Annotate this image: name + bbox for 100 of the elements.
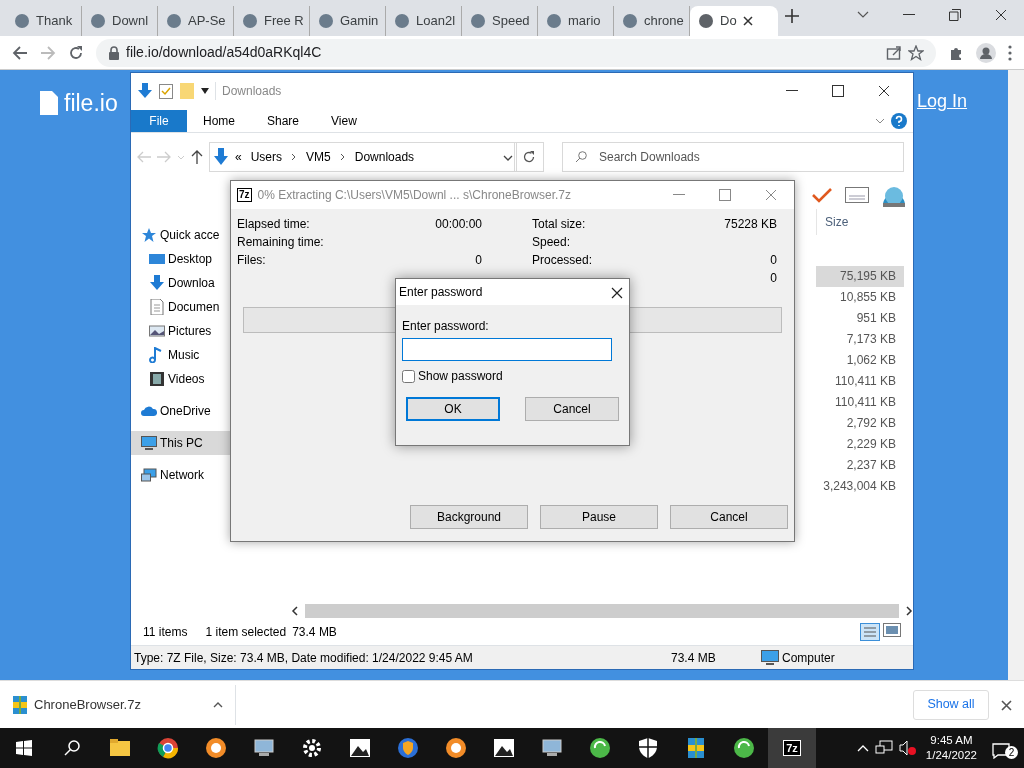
stat-label: Total size: bbox=[532, 216, 586, 233]
reload-icon[interactable] bbox=[68, 44, 84, 61]
nav-item[interactable]: Videos bbox=[131, 367, 230, 391]
help-icon[interactable] bbox=[891, 112, 907, 129]
dialog-button[interactable]: Cancel bbox=[525, 397, 619, 421]
chevron-up-icon[interactable] bbox=[856, 744, 869, 752]
logo-text: file.io bbox=[64, 89, 118, 118]
size-cell-text: 110,411 KB bbox=[834, 373, 897, 390]
folder-icon bbox=[109, 737, 131, 759]
favicon-icon bbox=[546, 13, 562, 29]
dialog-button[interactable]: Background bbox=[410, 505, 528, 529]
dropdown-icon bbox=[503, 154, 513, 161]
close-icon[interactable] bbox=[995, 9, 1007, 21]
details-size: 73.4 MB bbox=[671, 649, 717, 667]
properties-icon[interactable] bbox=[159, 83, 173, 99]
address-bar[interactable]: « Users VM5 Downloads bbox=[209, 142, 517, 172]
search-field[interactable]: Search Downloads bbox=[562, 142, 904, 172]
search-icon[interactable] bbox=[64, 740, 80, 756]
checkbox[interactable] bbox=[402, 369, 415, 383]
app-logo: 7z bbox=[783, 740, 801, 756]
stat-value: 0 bbox=[475, 252, 482, 269]
stat-value: 0 bbox=[770, 270, 777, 287]
profile-icon[interactable] bbox=[976, 42, 996, 63]
ribbon-tab[interactable]: Share bbox=[251, 109, 316, 132]
tab-search-icon[interactable] bbox=[857, 11, 869, 19]
scrollbar[interactable] bbox=[1008, 70, 1024, 680]
nav-item[interactable]: OneDrive bbox=[131, 399, 230, 423]
computer-icon bbox=[253, 737, 275, 759]
minimize-icon[interactable] bbox=[786, 90, 798, 92]
details-text: Type: 7Z File, Size: 73.4 MB, Date modified: 1/24/2022 9:45 AM bbox=[133, 649, 474, 667]
nav-item[interactable]: Documen bbox=[131, 295, 230, 319]
check-icon[interactable] bbox=[811, 186, 833, 204]
bookmark-star-icon[interactable] bbox=[908, 44, 924, 61]
refresh-button[interactable] bbox=[514, 142, 544, 172]
share-icon[interactable] bbox=[886, 45, 902, 62]
volume-muted-icon[interactable] bbox=[898, 740, 917, 756]
show-all-button[interactable]: Show all bbox=[913, 689, 989, 720]
stat-label: Elapsed time: bbox=[237, 216, 310, 233]
close-icon[interactable] bbox=[1001, 699, 1012, 711]
ribbon-tab[interactable]: File bbox=[131, 109, 187, 132]
nav-item[interactable]: Music bbox=[131, 343, 230, 367]
clock[interactable]: 9:45 AM 1/24/2022 bbox=[922, 733, 980, 763]
column-header[interactable]: Size bbox=[816, 209, 904, 235]
lock-icon bbox=[108, 45, 120, 60]
favicon-icon bbox=[14, 13, 30, 29]
nav-item[interactable]: This PC bbox=[131, 431, 230, 455]
archive-icon bbox=[12, 695, 28, 714]
nav-item[interactable]: Downloa bbox=[131, 271, 230, 295]
start-icon[interactable] bbox=[16, 740, 32, 756]
scroll-left-icon[interactable] bbox=[291, 606, 299, 616]
close-icon[interactable] bbox=[742, 16, 753, 26]
scrollbar-thumb[interactable] bbox=[305, 604, 899, 618]
ribbon-tab[interactable]: View bbox=[315, 109, 373, 132]
maximize-icon[interactable] bbox=[832, 85, 844, 97]
more-menu-icon[interactable] bbox=[1008, 44, 1012, 61]
close-icon[interactable] bbox=[878, 85, 890, 97]
address-bar[interactable]: file.io/download/a54d0aRKql4C bbox=[96, 38, 936, 67]
back-icon[interactable] bbox=[12, 44, 28, 61]
size-cell: 75,195 KB bbox=[816, 266, 904, 287]
nav-item[interactable]: Quick acce bbox=[131, 223, 230, 247]
stat-value: 75228 KB bbox=[724, 216, 777, 233]
dialog-button[interactable]: OK bbox=[406, 397, 500, 421]
chevron-icon bbox=[339, 153, 346, 161]
nav-item[interactable]: Pictures bbox=[131, 319, 230, 343]
caret-icon[interactable] bbox=[201, 88, 209, 94]
taskbar-app[interactable]: 7z bbox=[768, 728, 816, 768]
scroll-right-icon[interactable] bbox=[905, 606, 913, 616]
network-icon bbox=[141, 467, 157, 483]
dialog-button[interactable]: Pause bbox=[540, 505, 658, 529]
settings-icon bbox=[301, 737, 323, 759]
favicon-icon bbox=[242, 13, 258, 29]
up-icon[interactable] bbox=[191, 150, 203, 164]
dialog-button[interactable]: Cancel bbox=[670, 505, 788, 529]
stat-label: Processed: bbox=[532, 252, 593, 269]
download-arrow-icon[interactable] bbox=[137, 83, 153, 99]
dialog-title: Enter password bbox=[399, 284, 483, 301]
ribbon-tab[interactable]: Home bbox=[187, 109, 251, 132]
network-icon[interactable] bbox=[874, 740, 893, 756]
minimize-icon[interactable] bbox=[903, 14, 915, 16]
browser-tab[interactable]: Do bbox=[690, 6, 778, 36]
expand-ribbon-icon[interactable] bbox=[875, 117, 885, 124]
app-logo: 7z bbox=[237, 188, 252, 202]
card-icon[interactable] bbox=[845, 187, 869, 203]
new-tab-icon[interactable] bbox=[784, 7, 800, 24]
password-field[interactable] bbox=[402, 338, 612, 361]
nav-item[interactable]: Desktop bbox=[131, 247, 230, 271]
details-view-icon[interactable] bbox=[860, 623, 880, 641]
favicon-icon bbox=[318, 13, 334, 29]
date-text: 1/24/2022 bbox=[925, 748, 977, 763]
thumbnail-view-icon[interactable] bbox=[883, 623, 901, 637]
window-title: 0% Extracting C:\Users\VM5\Downl ... s\ChroneBrowser.7z bbox=[257, 187, 571, 204]
favicon-icon bbox=[166, 13, 182, 29]
size-cell-text: 2,792 KB bbox=[845, 415, 897, 432]
notifications-button[interactable]: 2 bbox=[992, 737, 1018, 759]
download-item[interactable]: ChroneBrowser.7z bbox=[0, 684, 236, 725]
location-text: Computer bbox=[782, 649, 835, 667]
photos-icon bbox=[349, 737, 371, 759]
nav-item[interactable]: Network bbox=[131, 463, 230, 487]
close-icon[interactable] bbox=[611, 286, 623, 299]
restore-icon[interactable] bbox=[949, 9, 961, 21]
